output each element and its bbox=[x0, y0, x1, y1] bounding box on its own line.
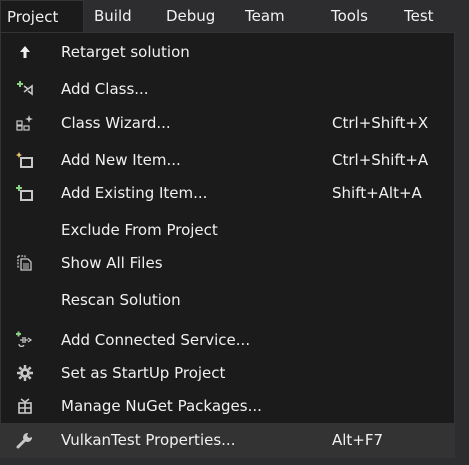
menu-item-label: Add Existing Item... bbox=[61, 184, 208, 202]
menu-item-label: Add Class... bbox=[61, 80, 149, 98]
menu-item-label: Rescan Solution bbox=[61, 291, 181, 309]
menu-item-label: Set as StartUp Project bbox=[61, 364, 226, 382]
gear-icon bbox=[13, 361, 37, 385]
add-class-icon bbox=[13, 77, 37, 101]
menu-item-label: Exclude From Project bbox=[61, 221, 218, 239]
menu-item-shortcut: Ctrl+Shift+X bbox=[332, 114, 429, 132]
menu-item-label: Add Connected Service... bbox=[61, 331, 251, 349]
menu-item-retarget-solution[interactable]: Retarget solution bbox=[1, 35, 454, 69]
menu-item-set-startup-project[interactable]: Set as StartUp Project bbox=[1, 356, 454, 390]
menu-team[interactable]: Team bbox=[245, 0, 285, 32]
wrench-icon bbox=[13, 428, 37, 452]
menu-tools[interactable]: Tools bbox=[331, 0, 368, 32]
menu-build[interactable]: Build bbox=[94, 0, 132, 32]
menu-item-shortcut: Ctrl+Shift+A bbox=[332, 151, 429, 169]
project-dropdown-menu: Retarget solution Add Class... Class Wiz… bbox=[0, 32, 455, 458]
menu-item-label: Add New Item... bbox=[61, 151, 181, 169]
menu-item-exclude-from-project[interactable]: Exclude From Project bbox=[1, 213, 454, 247]
up-arrow-icon bbox=[13, 40, 37, 64]
menu-project[interactable]: Project bbox=[0, 0, 84, 32]
add-new-item-icon bbox=[13, 148, 37, 172]
menu-debug[interactable]: Debug bbox=[166, 0, 215, 32]
menu-item-label: Show All Files bbox=[61, 254, 163, 272]
menu-item-add-class[interactable]: Add Class... bbox=[1, 72, 454, 106]
menu-item-shortcut: Alt+F7 bbox=[332, 431, 384, 449]
connected-service-icon bbox=[13, 328, 37, 352]
menu-item-class-wizard[interactable]: Class Wizard... Ctrl+Shift+X bbox=[1, 106, 454, 140]
menu-item-label: Retarget solution bbox=[61, 43, 190, 61]
menu-item-add-new-item[interactable]: Add New Item... Ctrl+Shift+A bbox=[1, 143, 454, 177]
menu-test[interactable]: Test bbox=[404, 0, 434, 32]
menu-item-add-existing-item[interactable]: Add Existing Item... Shift+Alt+A bbox=[1, 176, 454, 210]
show-all-files-icon bbox=[13, 251, 37, 275]
menu-bar: Project Build Debug Team Tools Test bbox=[0, 0, 469, 32]
menu-item-label: Class Wizard... bbox=[61, 114, 171, 132]
menu-item-add-connected-service[interactable]: Add Connected Service... bbox=[1, 323, 454, 357]
nuget-icon bbox=[13, 394, 37, 418]
class-wizard-icon bbox=[13, 111, 37, 135]
menu-item-manage-nuget-packages[interactable]: Manage NuGet Packages... bbox=[1, 389, 454, 423]
menu-item-label: Manage NuGet Packages... bbox=[61, 397, 262, 415]
menu-item-label: VulkanTest Properties... bbox=[61, 431, 236, 449]
add-existing-item-icon bbox=[13, 181, 37, 205]
menu-item-shortcut: Shift+Alt+A bbox=[332, 184, 422, 202]
menu-item-rescan-solution[interactable]: Rescan Solution bbox=[1, 283, 454, 317]
menu-item-vulkantest-properties[interactable]: VulkanTest Properties... Alt+F7 bbox=[1, 423, 454, 457]
menu-item-show-all-files[interactable]: Show All Files bbox=[1, 246, 454, 280]
